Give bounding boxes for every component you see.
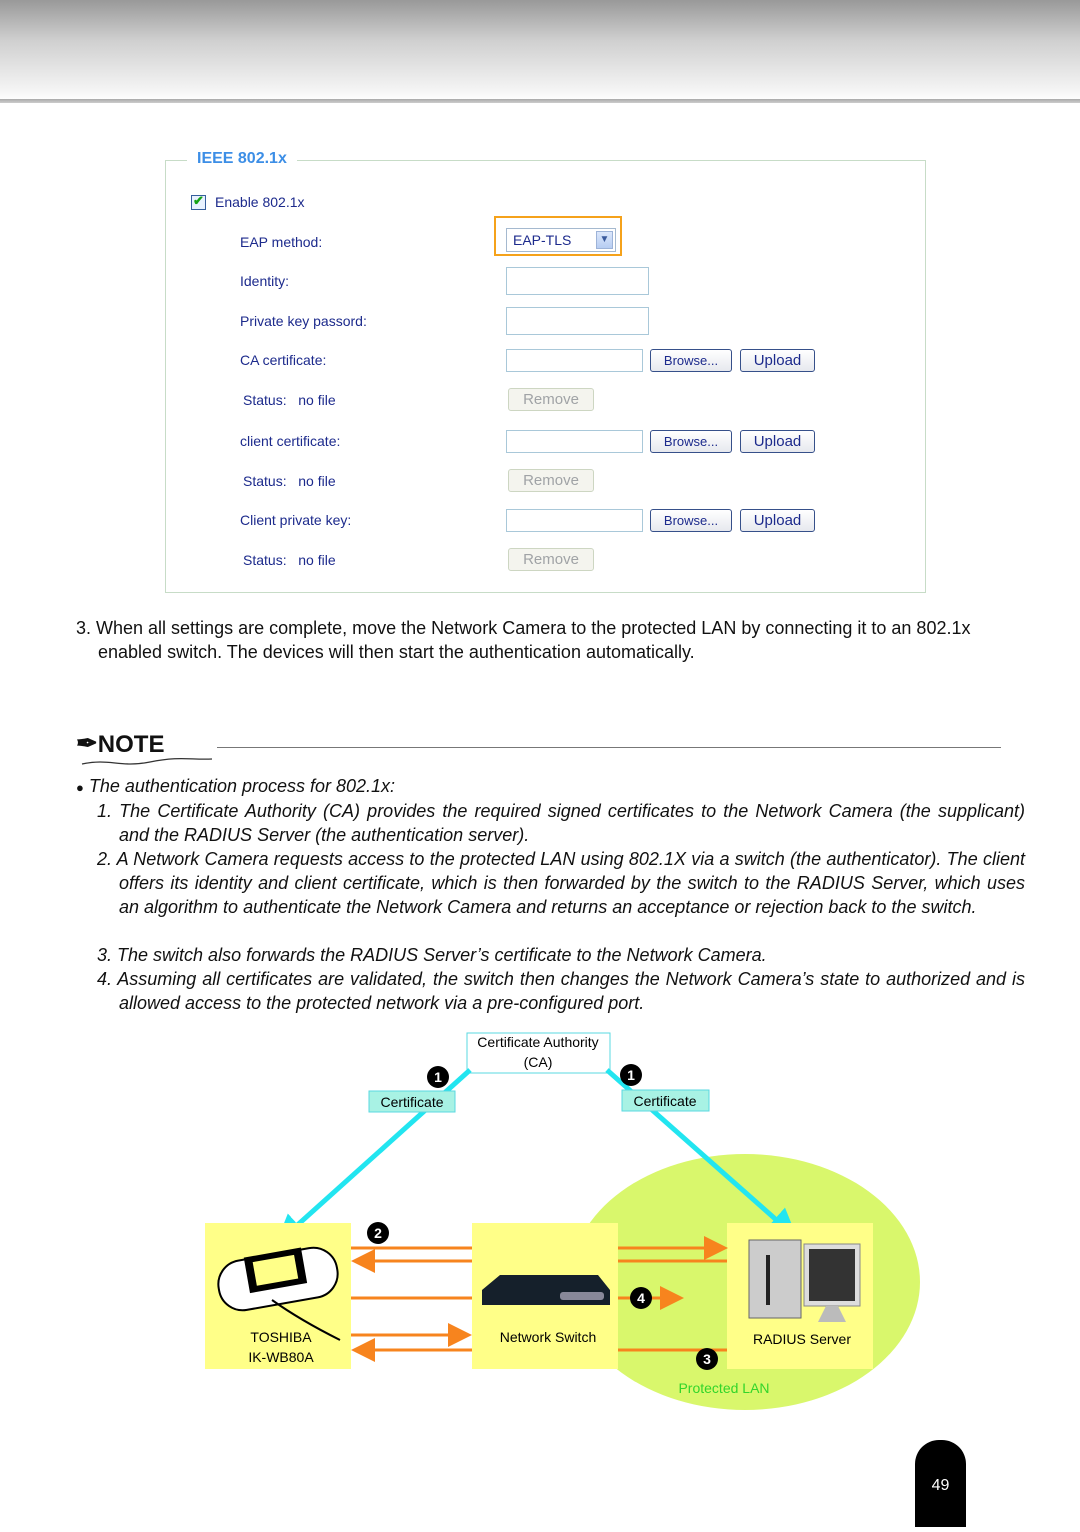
ca-label-1: Certificate Authority: [477, 1034, 598, 1050]
identity-label: Identity:: [240, 273, 290, 289]
status-label: Status:: [243, 552, 287, 568]
item-text: Assuming all certificates are validated,…: [117, 969, 1025, 1013]
note-item-4: 4. Assuming all certificates are validat…: [97, 967, 1025, 1015]
client-cert-status-label: Status: no file: [243, 473, 336, 489]
bullet-icon: ●: [76, 780, 84, 795]
status-value: no file: [298, 473, 336, 489]
status-label: Status:: [243, 392, 287, 408]
ca-certificate-file-input[interactable]: [506, 349, 643, 372]
note-underline-squiggle: [81, 757, 213, 765]
svg-text:2: 2: [374, 1225, 382, 1241]
note-header: ✒NOTE: [76, 728, 164, 759]
note-bullet-text: The authentication process for 802.1x:: [88, 776, 396, 796]
item-text: The switch also forwards the RADIUS Serv…: [117, 945, 767, 965]
client-cert-remove-button[interactable]: Remove: [508, 469, 594, 492]
radius-label: RADIUS Server: [753, 1331, 851, 1347]
client-key-remove-button[interactable]: Remove: [508, 548, 594, 571]
svg-text:1: 1: [434, 1069, 442, 1085]
client-private-key-label: Client private key:: [240, 512, 352, 528]
status-label: Status:: [243, 473, 287, 489]
item-number: 2.: [97, 849, 113, 869]
enable-8021x-label: Enable 802.1x: [215, 194, 305, 210]
svg-text:3: 3: [703, 1351, 711, 1367]
ca-upload-button[interactable]: Upload: [740, 349, 815, 372]
camera-label-1: TOSHIBA: [250, 1329, 312, 1345]
switch-icon: [482, 1275, 610, 1305]
eap-method-value: EAP-TLS: [513, 232, 572, 248]
note-item-2: 2. A Network Camera requests access to t…: [97, 847, 1025, 919]
enable-8021x-checkbox[interactable]: ✔: [191, 193, 206, 210]
status-value: no file: [298, 552, 336, 568]
item-number: 1.: [97, 801, 113, 821]
ca-status-label: Status: no file: [243, 392, 336, 408]
client-cert-browse-button[interactable]: Browse...: [650, 430, 732, 453]
item-text: A Network Camera requests access to the …: [116, 849, 1025, 917]
ca-label-2: (CA): [524, 1054, 553, 1070]
client-certificate-file-input[interactable]: [506, 430, 643, 453]
note-divider: [217, 747, 1001, 748]
note-item-1: 1. The Certificate Authority (CA) provid…: [97, 799, 1025, 847]
client-key-upload-button[interactable]: Upload: [740, 509, 815, 532]
svg-text:1: 1: [627, 1067, 635, 1083]
certificate-label-right: Certificate: [633, 1093, 696, 1109]
item-number: 3.: [97, 945, 113, 965]
identity-input[interactable]: [506, 267, 649, 295]
chevron-down-icon: ▼: [596, 231, 613, 249]
item-number: 4.: [97, 969, 113, 989]
badge-1-right: 1: [620, 1064, 642, 1086]
client-key-status-label: Status: no file: [243, 552, 336, 568]
protected-lan-label: Protected LAN: [678, 1380, 769, 1396]
client-private-key-file-input[interactable]: [506, 509, 643, 532]
ca-certificate-label: CA certificate:: [240, 352, 327, 368]
item-text: The Certificate Authority (CA) provides …: [119, 801, 1025, 845]
badge-4: 4: [630, 1287, 652, 1309]
step-3-text: 3. When all settings are complete, move …: [76, 618, 971, 662]
badge-3: 3: [696, 1348, 718, 1370]
badge-2: 2: [367, 1222, 389, 1244]
status-value: no file: [298, 392, 336, 408]
badge-1-left: 1: [427, 1066, 449, 1088]
switch-label: Network Switch: [500, 1329, 596, 1345]
camera-label-2: IK-WB80A: [248, 1349, 314, 1365]
private-key-password-label: Private key passord:: [240, 313, 367, 329]
certificate-label-left: Certificate: [380, 1094, 443, 1110]
client-cert-upload-button[interactable]: Upload: [740, 430, 815, 453]
svg-text:4: 4: [637, 1290, 645, 1306]
8021x-diagram: Certificate Authority (CA) Certificate C…: [205, 1032, 920, 1410]
ca-browse-button[interactable]: Browse...: [650, 349, 732, 372]
pen-icon: ✒: [76, 728, 98, 758]
page-header-band: [0, 0, 1080, 100]
panel-legend: IEEE 802.1x: [187, 150, 297, 168]
client-certificate-label: client certificate:: [240, 433, 341, 449]
note-bullet: ● The authentication process for 802.1x:: [76, 774, 395, 800]
eap-method-label: EAP method:: [240, 234, 323, 250]
note-item-3: 3. The switch also forwards the RADIUS S…: [97, 943, 1025, 967]
client-key-browse-button[interactable]: Browse...: [650, 509, 732, 532]
header-rule: [0, 99, 1080, 103]
note-title: NOTE: [97, 731, 165, 758]
eap-method-select[interactable]: EAP-TLS ▼: [506, 228, 616, 252]
check-icon: ✔: [193, 193, 204, 208]
page-number: 49: [915, 1440, 966, 1527]
private-key-password-input[interactable]: [506, 307, 649, 335]
ca-remove-button[interactable]: Remove: [508, 388, 594, 411]
